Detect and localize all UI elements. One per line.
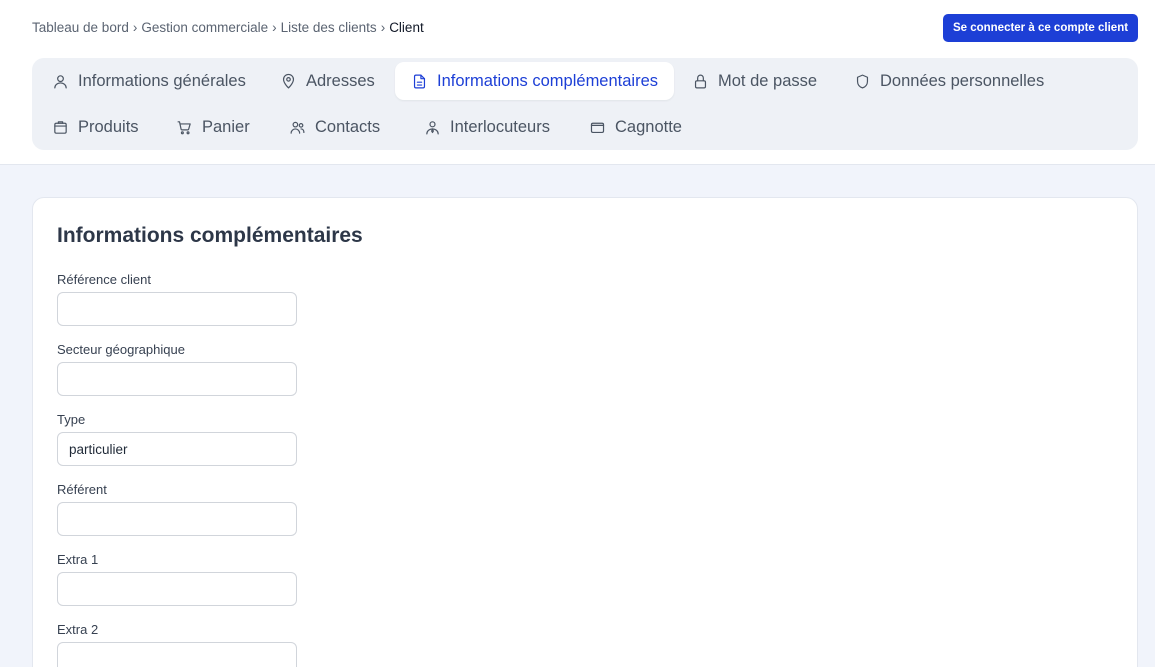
tab-interlocutors[interactable]: Interlocuteurs	[408, 108, 566, 146]
type-input[interactable]	[57, 432, 297, 466]
tab-label: Contacts	[315, 117, 381, 136]
tab-label: Produits	[78, 117, 139, 136]
breadcrumb-client-list[interactable]: Liste des clients	[281, 20, 377, 35]
tab-label: Panier	[202, 117, 250, 136]
breadcrumb-separator: ›	[132, 20, 138, 35]
field-label: Référent	[57, 482, 107, 497]
field-label: Secteur géographique	[57, 342, 185, 357]
box-icon	[54, 120, 67, 134]
card-title: Informations complémentaires	[57, 224, 363, 247]
extra-2-field: Extra 2	[57, 622, 297, 667]
additional-information-card: Informations complémentaires Référence c…	[32, 197, 1138, 667]
tab-label: Adresses	[306, 71, 375, 90]
tab-wallet[interactable]: Cagnotte	[573, 108, 698, 146]
document-icon	[413, 74, 426, 88]
field-label: Référence client	[57, 272, 151, 287]
referent-field: Référent	[57, 482, 297, 536]
wallet-icon	[590, 122, 605, 133]
breadcrumb-current: Client	[389, 20, 424, 35]
tab-contacts[interactable]: Contacts	[273, 108, 396, 146]
tab-personal-data[interactable]: Données personnelles	[838, 62, 1060, 100]
tab-products[interactable]: Produits	[36, 108, 155, 146]
tab-label: Données personnelles	[880, 71, 1045, 90]
field-label: Type	[57, 412, 86, 427]
referent-input[interactable]	[57, 502, 297, 536]
users-icon	[290, 121, 305, 134]
breadcrumb-sales-management[interactable]: Gestion commerciale	[141, 20, 268, 35]
tab-password[interactable]: Mot de passe	[676, 62, 833, 100]
field-label: Extra 2	[57, 622, 99, 637]
extra-1-input[interactable]	[57, 572, 297, 606]
tab-label: Cagnotte	[615, 117, 682, 136]
tab-label: Interlocuteurs	[450, 117, 550, 136]
geographic-sector-field: Secteur géographique	[57, 342, 297, 396]
page-header: Tableau de bord › Gestion commerciale › List…	[0, 0, 1155, 165]
user-tie-icon	[426, 120, 439, 134]
cart-icon	[177, 120, 191, 134]
user-icon	[54, 74, 67, 88]
field-label: Extra 1	[57, 552, 99, 567]
tab-label: Informations générales	[78, 71, 246, 90]
tab-label: Mot de passe	[718, 71, 818, 90]
tab-addresses[interactable]: Adresses	[264, 62, 391, 100]
breadcrumb-separator: ›	[380, 20, 386, 35]
extra-2-input[interactable]	[57, 642, 297, 667]
lock-icon	[694, 74, 707, 88]
map-pin-icon	[282, 73, 295, 88]
extra-1-field: Extra 1	[57, 552, 297, 606]
tab-general-information[interactable]: Informations générales	[36, 62, 262, 100]
breadcrumb-separator: ›	[272, 20, 277, 35]
geographic-sector-input[interactable]	[57, 362, 297, 396]
tab-additional-information[interactable]: Informations complémentaires	[395, 62, 675, 100]
tab-cart[interactable]: Panier	[160, 108, 266, 146]
connect-to-client-account-button[interactable]: Se connecter à ce compte client	[943, 14, 1138, 42]
tab-bar: Informations générales Adresses Informat…	[32, 58, 1138, 150]
tab-label: Informations complémentaires	[437, 71, 659, 90]
customer-reference-field: Référence client	[57, 272, 297, 326]
breadcrumb: Tableau de bord › Gestion commerciale › List…	[32, 20, 424, 35]
customer-reference-input[interactable]	[57, 292, 297, 326]
type-field: Type	[57, 412, 297, 466]
breadcrumb-dashboard[interactable]: Tableau de bord	[32, 20, 129, 35]
shield-icon	[856, 74, 869, 88]
